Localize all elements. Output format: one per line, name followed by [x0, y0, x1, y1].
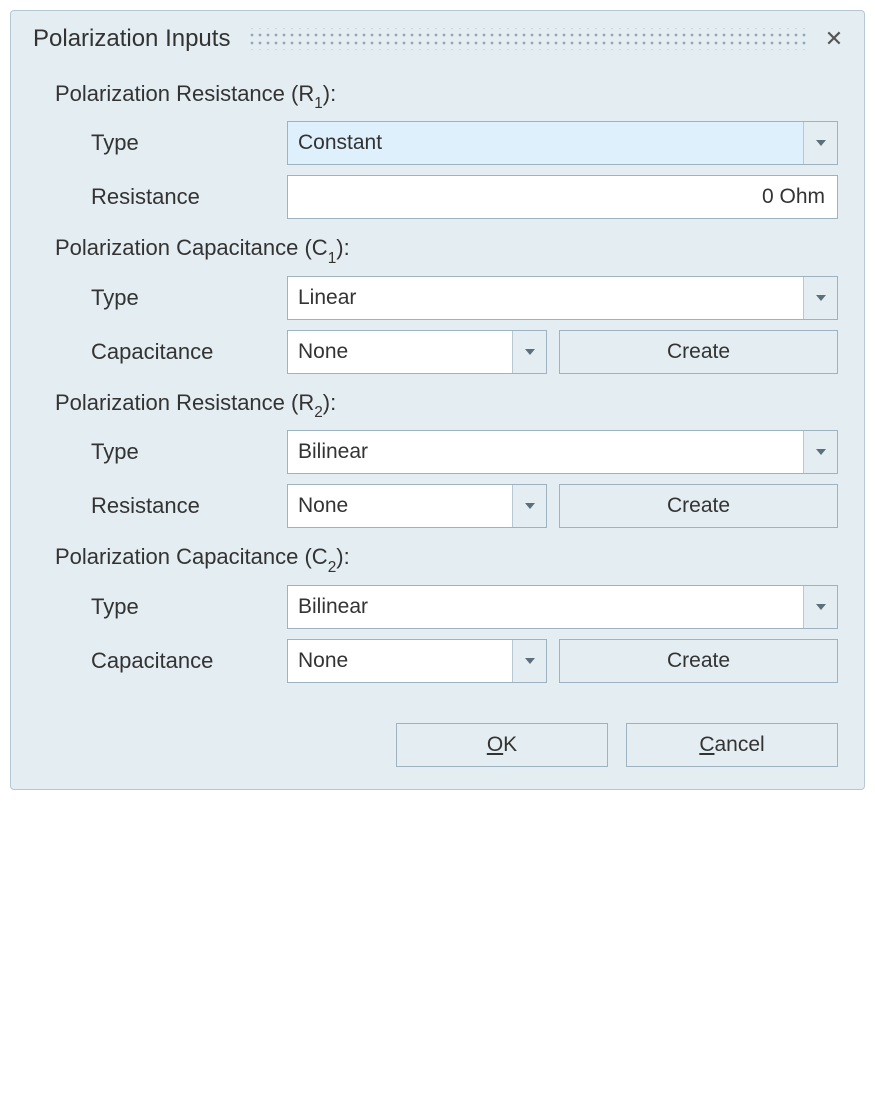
- c1-capacitance-select[interactable]: None: [287, 330, 547, 374]
- dialog-title: Polarization Inputs: [33, 25, 230, 53]
- close-icon: ✕: [825, 26, 843, 52]
- c1-type-row: Type Linear: [91, 276, 838, 320]
- chevron-down-icon: [816, 295, 826, 301]
- c2-capacitance-dropdown-button[interactable]: [512, 640, 546, 682]
- titlebar: Polarization Inputs ✕: [11, 11, 864, 63]
- close-button[interactable]: ✕: [820, 25, 848, 53]
- c2-type-label: Type: [91, 594, 287, 620]
- r1-type-dropdown-button[interactable]: [803, 122, 837, 164]
- r1-resistance-value: 0 Ohm: [762, 185, 825, 209]
- r2-resistance-value: None: [288, 494, 512, 518]
- r1-type-value: Constant: [288, 131, 803, 155]
- r2-create-label: Create: [667, 494, 730, 518]
- c2-create-label: Create: [667, 649, 730, 673]
- section-c2-title: Polarization Capacitance (C2):: [55, 544, 838, 574]
- c2-value-row: Capacitance None Create: [91, 639, 838, 683]
- section-c1: Polarization Capacitance (C1): Type Line…: [37, 235, 838, 373]
- chevron-down-icon: [816, 140, 826, 146]
- r2-resistance-select[interactable]: None: [287, 484, 547, 528]
- c1-create-label: Create: [667, 340, 730, 364]
- c2-type-value: Bilinear: [288, 595, 803, 619]
- c1-value-label: Capacitance: [91, 339, 287, 365]
- r2-value-row: Resistance None Create: [91, 484, 838, 528]
- c1-type-select[interactable]: Linear: [287, 276, 838, 320]
- c1-capacitance-dropdown-button[interactable]: [512, 331, 546, 373]
- c1-value-row: Capacitance None Create: [91, 330, 838, 374]
- chevron-down-icon: [525, 658, 535, 664]
- section-r2: Polarization Resistance (R2): Type Bilin…: [37, 390, 838, 528]
- c1-type-label: Type: [91, 285, 287, 311]
- c1-type-dropdown-button[interactable]: [803, 277, 837, 319]
- c1-create-button[interactable]: Create: [559, 330, 838, 374]
- ok-button[interactable]: OK: [396, 723, 608, 767]
- titlebar-grip[interactable]: [248, 28, 806, 50]
- c1-capacitance-value: None: [288, 340, 512, 364]
- dialog-footer: OK Cancel: [37, 723, 838, 767]
- r2-type-select[interactable]: Bilinear: [287, 430, 838, 474]
- section-r1: Polarization Resistance (R1): Type Const…: [37, 81, 838, 219]
- r1-type-label: Type: [91, 130, 287, 156]
- section-c1-title: Polarization Capacitance (C1):: [55, 235, 838, 265]
- c2-type-select[interactable]: Bilinear: [287, 585, 838, 629]
- c2-type-dropdown-button[interactable]: [803, 586, 837, 628]
- c1-type-value: Linear: [288, 286, 803, 310]
- c2-create-button[interactable]: Create: [559, 639, 838, 683]
- chevron-down-icon: [525, 349, 535, 355]
- cancel-button[interactable]: Cancel: [626, 723, 838, 767]
- r2-resistance-dropdown-button[interactable]: [512, 485, 546, 527]
- r1-type-select[interactable]: Constant: [287, 121, 838, 165]
- c2-capacitance-select[interactable]: None: [287, 639, 547, 683]
- chevron-down-icon: [816, 604, 826, 610]
- section-r2-title: Polarization Resistance (R2):: [55, 390, 838, 420]
- r1-resistance-input[interactable]: 0 Ohm: [287, 175, 838, 219]
- section-c2: Polarization Capacitance (C2): Type Bili…: [37, 544, 838, 682]
- r2-value-label: Resistance: [91, 493, 287, 519]
- r1-value-row: Resistance 0 Ohm: [91, 175, 838, 219]
- r2-type-label: Type: [91, 439, 287, 465]
- chevron-down-icon: [816, 449, 826, 455]
- c2-capacitance-value: None: [288, 649, 512, 673]
- r2-type-value: Bilinear: [288, 440, 803, 464]
- dialog-content: Polarization Resistance (R1): Type Const…: [11, 63, 864, 789]
- polarization-inputs-dialog: Polarization Inputs ✕ Polarization Resis…: [10, 10, 865, 790]
- section-r1-title: Polarization Resistance (R1):: [55, 81, 838, 111]
- c2-value-label: Capacitance: [91, 648, 287, 674]
- r2-type-row: Type Bilinear: [91, 430, 838, 474]
- r1-value-label: Resistance: [91, 184, 287, 210]
- c2-type-row: Type Bilinear: [91, 585, 838, 629]
- r2-create-button[interactable]: Create: [559, 484, 838, 528]
- r1-type-row: Type Constant: [91, 121, 838, 165]
- r2-type-dropdown-button[interactable]: [803, 431, 837, 473]
- chevron-down-icon: [525, 503, 535, 509]
